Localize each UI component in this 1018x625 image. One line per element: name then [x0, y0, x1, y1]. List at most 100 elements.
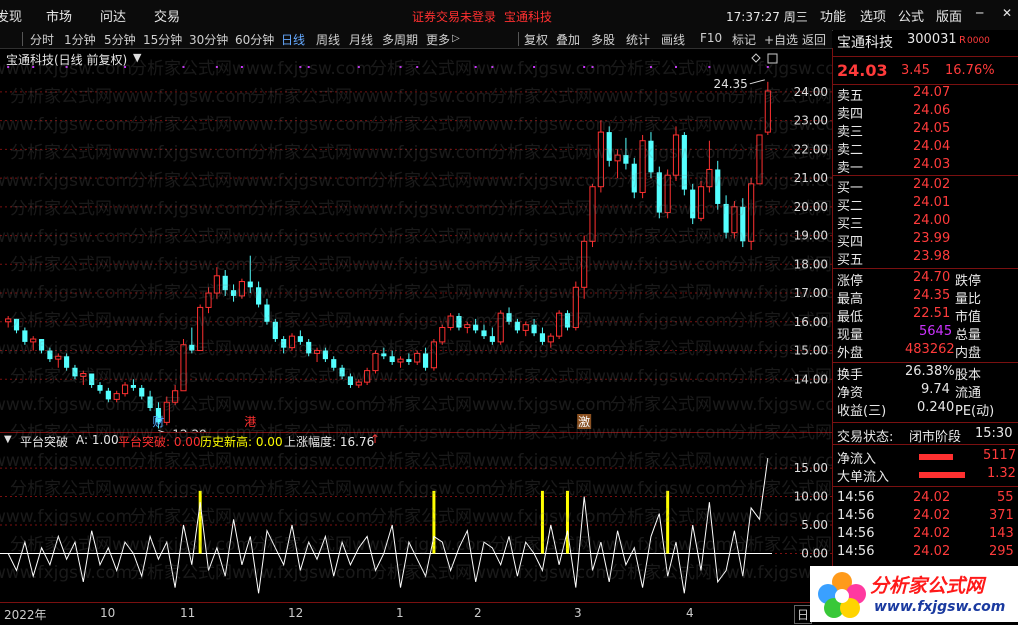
- watermark-text: 分析家公式网www.fxjgsw.com: [250, 199, 493, 219]
- ask-price: 24.04: [913, 139, 951, 154]
- bid-row-3[interactable]: 买三 24.00: [837, 213, 1017, 232]
- big-inflow-bar: [919, 472, 965, 478]
- period-multi[interactable]: 多周期: [382, 31, 418, 48]
- logo-title: 分析家公式网: [870, 575, 985, 597]
- period-1min[interactable]: 1分钟: [64, 31, 96, 48]
- logo-url: www.fxjgsw.com: [874, 599, 1006, 615]
- tool-add-watchlist[interactable]: +自选: [764, 31, 798, 48]
- watermark-text: 分析家公式网www.fxjgsw.com: [10, 87, 253, 107]
- ask-row-2[interactable]: 卖二 24.04: [837, 139, 1017, 158]
- tick-row: 14:56 24.02 295: [837, 544, 1017, 562]
- quote-stock-name: 宝通科技: [837, 35, 893, 51]
- stat-label: 最高: [837, 292, 864, 307]
- watermark-text: 分析家公式网www.fxjgsw.com: [10, 143, 253, 163]
- tick-price: 24.02: [913, 490, 951, 505]
- watermark-text: 分析家公式网www.fxjgsw.com: [0, 115, 133, 135]
- period-more[interactable]: 更多: [426, 31, 450, 48]
- divider: [833, 362, 1018, 363]
- bid-row-5[interactable]: 买五 23.98: [837, 249, 1017, 268]
- watermark-text: 分析家公式网www.fxjgsw.com: [250, 143, 493, 163]
- watermark-text: 分析家公式网www.fxjgsw.com: [490, 535, 733, 555]
- watermark-text: 分析家公式网www.fxjgsw.com: [130, 451, 373, 471]
- tool-f10[interactable]: F10: [700, 31, 722, 45]
- menu-discover[interactable]: 发现: [0, 6, 22, 25]
- watermark-text: 分析家公式网www.fxjgsw.com: [250, 311, 493, 331]
- tick-price: 24.02: [913, 508, 951, 523]
- ask-row-3[interactable]: 卖三 24.05: [837, 121, 1017, 140]
- time-label-jan: 1: [396, 606, 404, 620]
- watermark-text: 分析家公式网www.fxjgsw.com: [730, 311, 832, 331]
- quote-price: 24.03: [837, 61, 888, 80]
- time-label-oct: 10: [100, 606, 116, 620]
- period-weekly[interactable]: 周线: [316, 31, 340, 48]
- divider: [833, 486, 1018, 487]
- menu-layout[interactable]: 版面: [936, 6, 962, 25]
- more-arrow-icon[interactable]: ▷: [452, 33, 460, 44]
- watermark-text: 分析家公式网www.fxjgsw.com: [0, 227, 133, 247]
- bid-row-4[interactable]: 买四 23.99: [837, 231, 1017, 250]
- bid-label: 买三: [837, 217, 864, 232]
- watermark-text: 分析家公式网www.fxjgsw.com: [250, 367, 493, 387]
- stat-value-high: 24.35: [913, 288, 951, 303]
- watermark-text: 分析家公式网www.fxjgsw.com: [730, 199, 832, 219]
- ask-row-1[interactable]: 卖一 24.03: [837, 157, 1017, 176]
- watermark-text: 分析家公式网www.fxjgsw.com: [490, 423, 733, 443]
- site-logo: 分析家公式网 www.fxjgsw.com: [810, 566, 1018, 622]
- period-daily[interactable]: 日线: [281, 31, 305, 48]
- watermark-text: 分析家公式网www.fxjgsw.com: [490, 255, 733, 275]
- watermark-text: 分析家公式网www.fxjgsw.com: [370, 563, 613, 583]
- ask-row-5[interactable]: 卖五 24.07: [837, 85, 1017, 104]
- stat-label: 净资: [837, 386, 864, 401]
- stat-label: 外盘: [837, 346, 864, 361]
- stat-value-limit-up: 24.70: [913, 270, 951, 285]
- menu-market[interactable]: 市场: [46, 6, 72, 25]
- minimize-icon[interactable]: ─: [976, 6, 983, 20]
- ask-price: 24.07: [913, 85, 951, 100]
- watermark-text: 分析家公式网www.fxjgsw.com: [730, 535, 832, 555]
- watermark-text: 分析家公式网www.fxjgsw.com: [130, 227, 373, 247]
- menu-ask[interactable]: 问达: [100, 6, 126, 25]
- watermark-text: 分析家公式网www.fxjgsw.com: [0, 171, 133, 191]
- watermark-text: 分析家公式网www.fxjgsw.com: [370, 59, 613, 79]
- close-icon[interactable]: ✕: [1002, 6, 1012, 20]
- bid-row-1[interactable]: 买一 24.02: [837, 177, 1017, 196]
- stat-label: 换手: [837, 368, 864, 383]
- watermark-text: 分析家公式网www.fxjgsw.com: [130, 171, 373, 191]
- menu-trade[interactable]: 交易: [154, 6, 180, 25]
- watermark-text: 分析家公式网www.fxjgsw.com: [370, 339, 613, 359]
- period-fenshi[interactable]: 分时: [30, 31, 54, 48]
- period-monthly[interactable]: 月线: [349, 31, 373, 48]
- period-15min[interactable]: 15分钟: [143, 31, 182, 48]
- stat-label-2: 总量: [955, 328, 982, 343]
- tool-fuquan[interactable]: 复权: [524, 31, 548, 48]
- watermark-text: 分析家公式网www.fxjgsw.com: [10, 535, 253, 555]
- period-5min[interactable]: 5分钟: [104, 31, 136, 48]
- tool-overlay[interactable]: 叠加: [556, 31, 580, 48]
- login-status[interactable]: 证券交易未登录: [412, 8, 496, 25]
- watermark-text: 分析家公式网www.fxjgsw.com: [370, 507, 613, 527]
- tool-statistics[interactable]: 统计: [626, 31, 650, 48]
- ask-row-4[interactable]: 卖四 24.06: [837, 103, 1017, 122]
- net-inflow-value: 5117: [983, 448, 1017, 463]
- watermark-layer: 分析家公式网www.fxjgsw.com分析家公式网www.fxjgsw.com…: [0, 48, 832, 602]
- tool-back[interactable]: 返回: [802, 31, 826, 48]
- menu-function[interactable]: 功能: [820, 6, 846, 25]
- watermark-text: 分析家公式网www.fxjgsw.com: [610, 507, 832, 527]
- watermark-text: 分析家公式网www.fxjgsw.com: [370, 451, 613, 471]
- watermark-text: 分析家公式网www.fxjgsw.com: [0, 451, 133, 471]
- period-60min[interactable]: 60分钟: [235, 31, 274, 48]
- big-inflow-label: 大单流入: [837, 470, 890, 485]
- watermark-text: 分析家公式网www.fxjgsw.com: [10, 479, 253, 499]
- watermark-text: 分析家公式网www.fxjgsw.com: [730, 367, 832, 387]
- bid-row-2[interactable]: 买二 24.01: [837, 195, 1017, 214]
- tool-multistock[interactable]: 多股: [591, 31, 615, 48]
- time-label-apr: 4: [686, 606, 694, 620]
- period-30min[interactable]: 30分钟: [189, 31, 228, 48]
- tool-draw[interactable]: 画线: [661, 31, 685, 48]
- menu-options[interactable]: 选项: [860, 6, 886, 25]
- tool-mark[interactable]: 标记: [732, 31, 756, 48]
- divider: [833, 444, 1018, 445]
- menu-formula[interactable]: 公式: [898, 6, 924, 25]
- watermark-text: 分析家公式网www.fxjgsw.com: [610, 227, 832, 247]
- stat-value-eps: 0.240: [917, 400, 955, 415]
